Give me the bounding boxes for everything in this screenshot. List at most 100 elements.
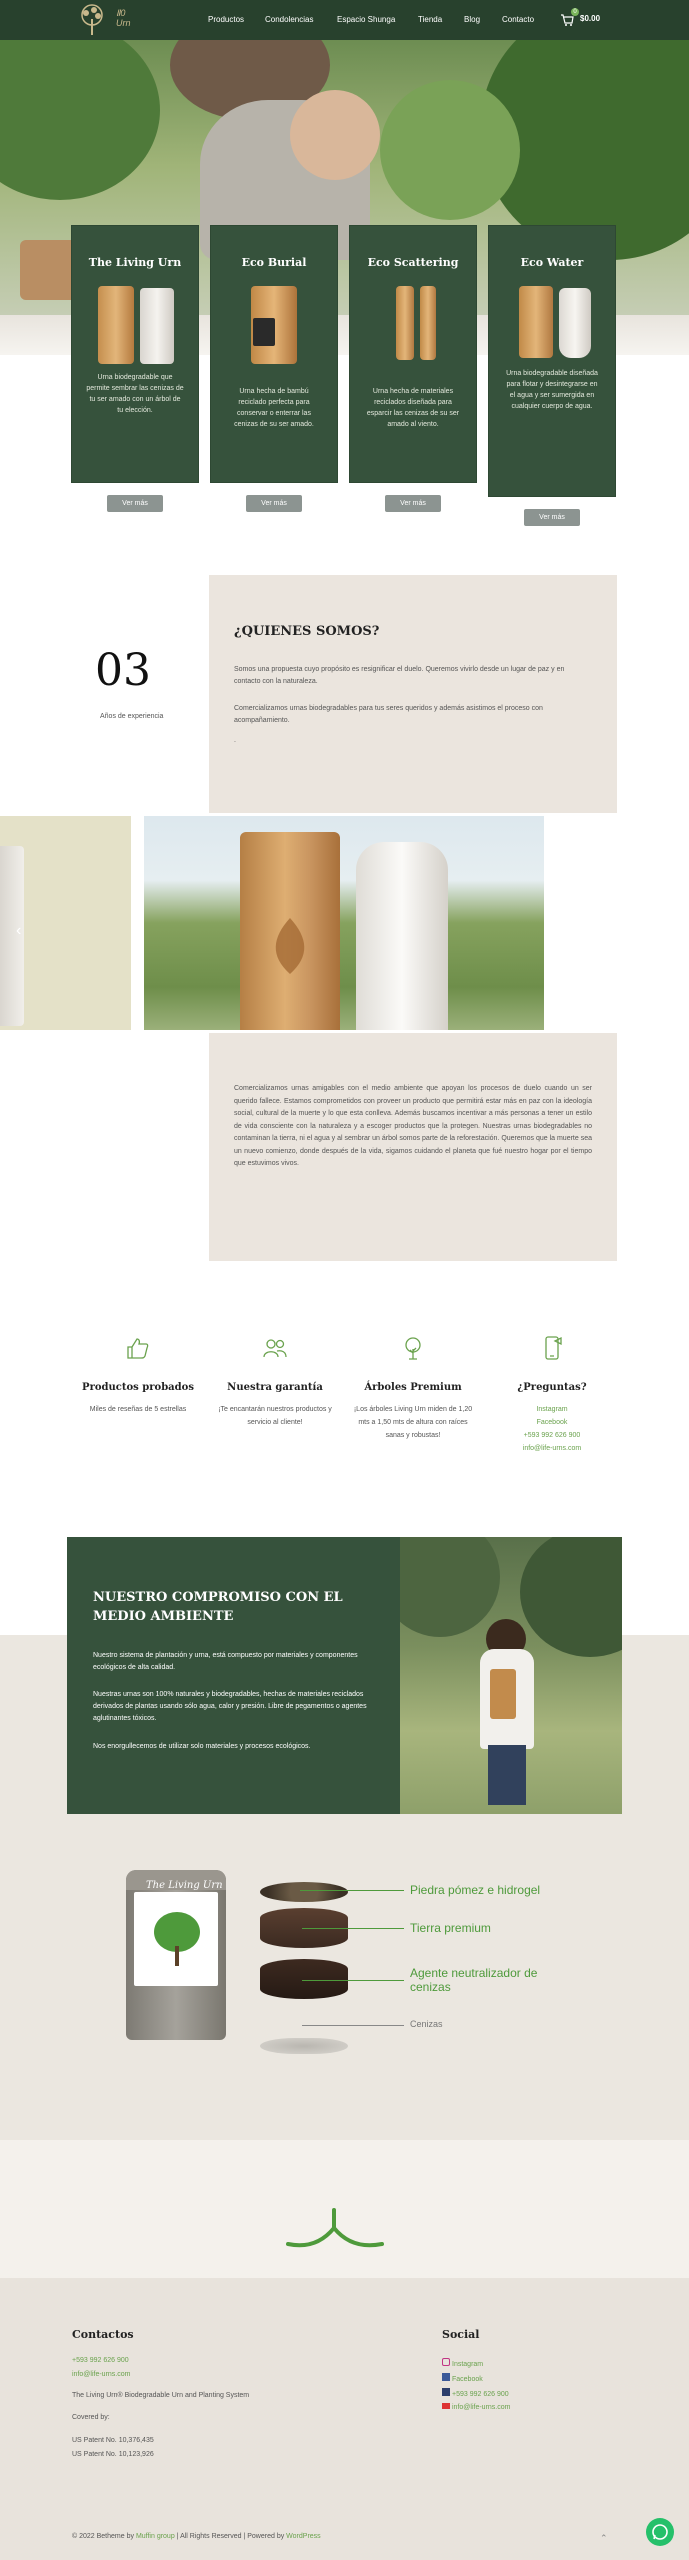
feature-title: Árboles Premium bbox=[364, 1382, 462, 1393]
feature-text: ¡Te encantarán nuestros productos y serv… bbox=[218, 1406, 332, 1426]
feature-text: ¡Los árboles Living Urn miden de 1,20 mt… bbox=[353, 1406, 473, 1439]
card-title: Eco Scattering bbox=[367, 256, 459, 269]
layer-label: Piedra pómez e hidrogel bbox=[410, 1883, 541, 1897]
facebook-link[interactable]: Facebook bbox=[492, 1416, 612, 1429]
instagram-icon bbox=[442, 2358, 450, 2366]
product-card-living-urn: The Living Urn Urna biodegradable que pe… bbox=[71, 225, 199, 483]
phone-link[interactable]: +593 992 626 900 bbox=[492, 1429, 612, 1442]
living-urn-product-image bbox=[126, 1870, 226, 2040]
scattering-tube-image bbox=[420, 286, 436, 360]
thumbs-up-icon bbox=[127, 1338, 149, 1359]
card-description: Urna hecha de materiales reciclados dise… bbox=[366, 388, 460, 428]
bamboo-urn-image bbox=[98, 286, 134, 364]
callout-line bbox=[302, 2025, 404, 2026]
slider-prev-arrow-icon[interactable]: ‹ bbox=[16, 922, 21, 940]
back-to-top-icon[interactable]: ⌃ bbox=[600, 2533, 608, 2544]
nav-blog[interactable]: Blog bbox=[464, 15, 480, 24]
whatsapp-button[interactable] bbox=[646, 2518, 674, 2546]
card-description: Urna biodegradable diseñada para flotar … bbox=[506, 370, 598, 410]
tree-logo-icon bbox=[81, 4, 103, 35]
callout-line bbox=[302, 1980, 404, 1981]
copyright: © 2022 Betheme by Muffin group | All Rig… bbox=[72, 2533, 321, 2540]
card-description: Urna hecha de bambú reciclado perfecta p… bbox=[234, 388, 314, 428]
about-heading: ¿QUIENES SOMOS? bbox=[234, 624, 380, 639]
urn-label-text: The Living Urn bbox=[146, 1880, 223, 1891]
social-email[interactable]: info@life-urns.com bbox=[442, 2403, 510, 2413]
urn-tag-image bbox=[253, 318, 275, 346]
living-urn-image bbox=[140, 288, 174, 364]
nav-condolencias[interactable]: Condolencias bbox=[265, 15, 313, 24]
muffin-link[interactable]: Muffin group bbox=[136, 2533, 175, 2540]
card-button-living-urn[interactable]: Ver más bbox=[107, 495, 163, 512]
feature-title: ¿Preguntas? bbox=[517, 1382, 587, 1393]
footer-patent: US Patent No. 10,123,926 bbox=[72, 2451, 154, 2458]
feature-text: Miles de reseñas de 5 estrellas bbox=[89, 1406, 187, 1413]
bamboo-water-urn-image bbox=[519, 286, 553, 358]
wordpress-link[interactable]: WordPress bbox=[286, 2533, 321, 2540]
white-water-urn-image bbox=[559, 288, 591, 358]
footer-phone-link[interactable]: +593 992 626 900 bbox=[72, 2356, 129, 2366]
product-card-eco-burial: Eco Burial Urna hecha de bambú reciclado… bbox=[210, 225, 338, 483]
scattering-tube-image bbox=[396, 286, 414, 360]
layer-label: Tierra premium bbox=[410, 1921, 491, 1935]
footer-patent: US Patent No. 10,376,435 bbox=[72, 2437, 154, 2444]
years-number: 03 bbox=[95, 645, 151, 696]
card-description: Urna biodegradable que permite sembrar l… bbox=[86, 374, 184, 414]
card-button-eco-burial[interactable]: Ver más bbox=[246, 495, 302, 512]
feature-guarantee: Nuestra garantía ¡Te encantarán nuestros… bbox=[215, 1335, 335, 1429]
social-instagram[interactable]: Instagram bbox=[442, 2358, 483, 2370]
email-link[interactable]: info@life-urns.com bbox=[492, 1442, 612, 1455]
about-paragraph: . bbox=[234, 737, 236, 744]
commitment-paragraph: Nos enorgullecemos de utilizar solo mate… bbox=[93, 1743, 311, 1750]
contact-heading: Contactos bbox=[72, 2328, 134, 2341]
neutralizer-layer-image bbox=[260, 1959, 348, 1999]
description-text: Comercializamos urnas amigables con el m… bbox=[234, 1085, 592, 1167]
pumice-layer-image bbox=[260, 1882, 348, 1902]
mail-icon bbox=[442, 2403, 450, 2409]
years-label: Años de experiencia bbox=[100, 713, 164, 720]
cart-button[interactable]: 0 $0.00 bbox=[560, 8, 610, 27]
product-card-eco-scattering: Eco Scattering Urna hecha de materiales … bbox=[349, 225, 477, 483]
footer-tagline: The Living Urn® Biodegradable Urn and Pl… bbox=[72, 2392, 250, 2399]
footer-email-link[interactable]: info@life-urns.com bbox=[72, 2370, 130, 2380]
card-button-eco-scattering[interactable]: Ver más bbox=[385, 495, 441, 512]
about-paragraph: Somos una propuesta cuyo propósito es re… bbox=[234, 666, 565, 685]
slider-image-current bbox=[144, 816, 544, 1030]
commitment-box bbox=[67, 1537, 401, 1814]
tree-icon bbox=[405, 1337, 421, 1360]
nav-espacio-shunga[interactable]: Espacio Shunga bbox=[337, 15, 395, 24]
layer-label: Cenizas bbox=[410, 2019, 443, 2029]
commitment-paragraph: Nuestras urnas son 100% naturales y biod… bbox=[93, 1691, 367, 1722]
ashes-layer-image bbox=[260, 2038, 348, 2054]
phone-icon bbox=[442, 2388, 450, 2396]
card-title: The Living Urn bbox=[88, 256, 182, 269]
users-icon bbox=[263, 1339, 287, 1358]
product-card-eco-water: Eco Water Urna biodegradable diseñada pa… bbox=[488, 225, 616, 497]
nav-contacto[interactable]: Contacto bbox=[502, 15, 534, 24]
slider-next-arrow-icon[interactable]: › bbox=[660, 922, 665, 940]
commitment-photo bbox=[400, 1537, 622, 1814]
social-phone[interactable]: +593 992 626 900 bbox=[442, 2388, 509, 2400]
layer-label: Agente neutralizador de cenizas bbox=[410, 1966, 538, 1994]
feature-title: Nuestra garantía bbox=[227, 1382, 323, 1393]
feature-questions: ¿Preguntas? Instagram Facebook +593 992 … bbox=[492, 1335, 612, 1455]
feature-title: Productos probados bbox=[82, 1382, 194, 1393]
feature-products-tested: Productos probados Miles de reseñas de 5… bbox=[78, 1335, 198, 1416]
instagram-link[interactable]: Instagram bbox=[492, 1403, 612, 1416]
sprout-logo-icon bbox=[286, 2208, 384, 2248]
whatsapp-icon bbox=[652, 2524, 668, 2540]
card-title: Eco Burial bbox=[241, 256, 307, 269]
facebook-icon bbox=[442, 2373, 450, 2381]
social-heading: Social bbox=[442, 2328, 480, 2341]
feature-premium-trees: Árboles Premium ¡Los árboles Living Urn … bbox=[353, 1335, 473, 1442]
footer-covered: Covered by: bbox=[72, 2414, 110, 2421]
site-header: Ⅱ0 Urn Productos Condolencias Espacio Sh… bbox=[0, 0, 689, 40]
callout-line bbox=[302, 1928, 404, 1929]
commitment-paragraph: Nuestro sistema de plantación y urna, es… bbox=[93, 1652, 358, 1671]
social-facebook[interactable]: Facebook bbox=[442, 2373, 483, 2385]
phone-icon bbox=[545, 1336, 562, 1360]
nav-tienda[interactable]: Tienda bbox=[418, 15, 442, 24]
card-button-eco-water[interactable]: Ver más bbox=[524, 509, 580, 526]
site-logo[interactable]: Ⅱ0 Urn bbox=[72, 3, 142, 37]
nav-productos[interactable]: Productos bbox=[208, 15, 244, 24]
